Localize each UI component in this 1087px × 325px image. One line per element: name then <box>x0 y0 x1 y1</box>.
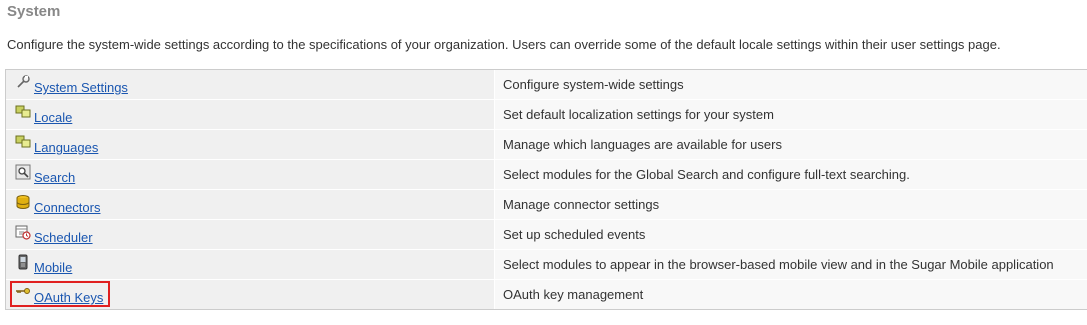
admin-system-table: System Settings Configure system-wide se… <box>5 69 1087 310</box>
languages-icon <box>15 134 31 150</box>
table-row: Mobile Select modules to appear in the b… <box>6 250 1087 280</box>
table-row: System Settings Configure system-wide se… <box>6 70 1087 100</box>
search-description: Select modules for the Global Search and… <box>495 160 1087 189</box>
table-row: Connectors Manage connector settings <box>6 190 1087 220</box>
system-settings-description: Configure system-wide settings <box>495 70 1087 99</box>
table-row: Languages Manage which languages are ava… <box>6 130 1087 160</box>
connectors-description: Manage connector settings <box>495 190 1087 219</box>
mobile-icon <box>15 254 31 270</box>
search-link[interactable]: Search <box>34 170 75 185</box>
languages-description: Manage which languages are available for… <box>495 130 1087 159</box>
table-row: Search Select modules for the Global Sea… <box>6 160 1087 190</box>
connectors-icon <box>15 194 31 210</box>
oauth-keys-description: OAuth key management <box>495 280 1087 309</box>
system-settings-link[interactable]: System Settings <box>34 80 128 95</box>
scheduler-icon <box>15 224 31 240</box>
wrench-icon <box>15 74 31 90</box>
scheduler-description: Set up scheduled events <box>495 220 1087 249</box>
key-icon <box>15 284 31 300</box>
scheduler-link[interactable]: Scheduler <box>34 230 93 245</box>
locale-icon <box>15 104 31 120</box>
search-icon <box>15 164 31 180</box>
mobile-link[interactable]: Mobile <box>34 260 72 275</box>
connectors-link[interactable]: Connectors <box>34 200 100 215</box>
oauth-keys-link[interactable]: OAuth Keys <box>34 290 103 305</box>
locale-link[interactable]: Locale <box>34 110 72 125</box>
table-row: Scheduler Set up scheduled events <box>6 220 1087 250</box>
table-row: OAuth Keys OAuth key management <box>6 280 1087 309</box>
table-row: Locale Set default localization settings… <box>6 100 1087 130</box>
mobile-description: Select modules to appear in the browser-… <box>495 250 1087 279</box>
section-title: System <box>7 3 61 20</box>
section-description: Configure the system-wide settings accor… <box>7 37 1001 52</box>
locale-description: Set default localization settings for yo… <box>495 100 1087 129</box>
languages-link[interactable]: Languages <box>34 140 98 155</box>
